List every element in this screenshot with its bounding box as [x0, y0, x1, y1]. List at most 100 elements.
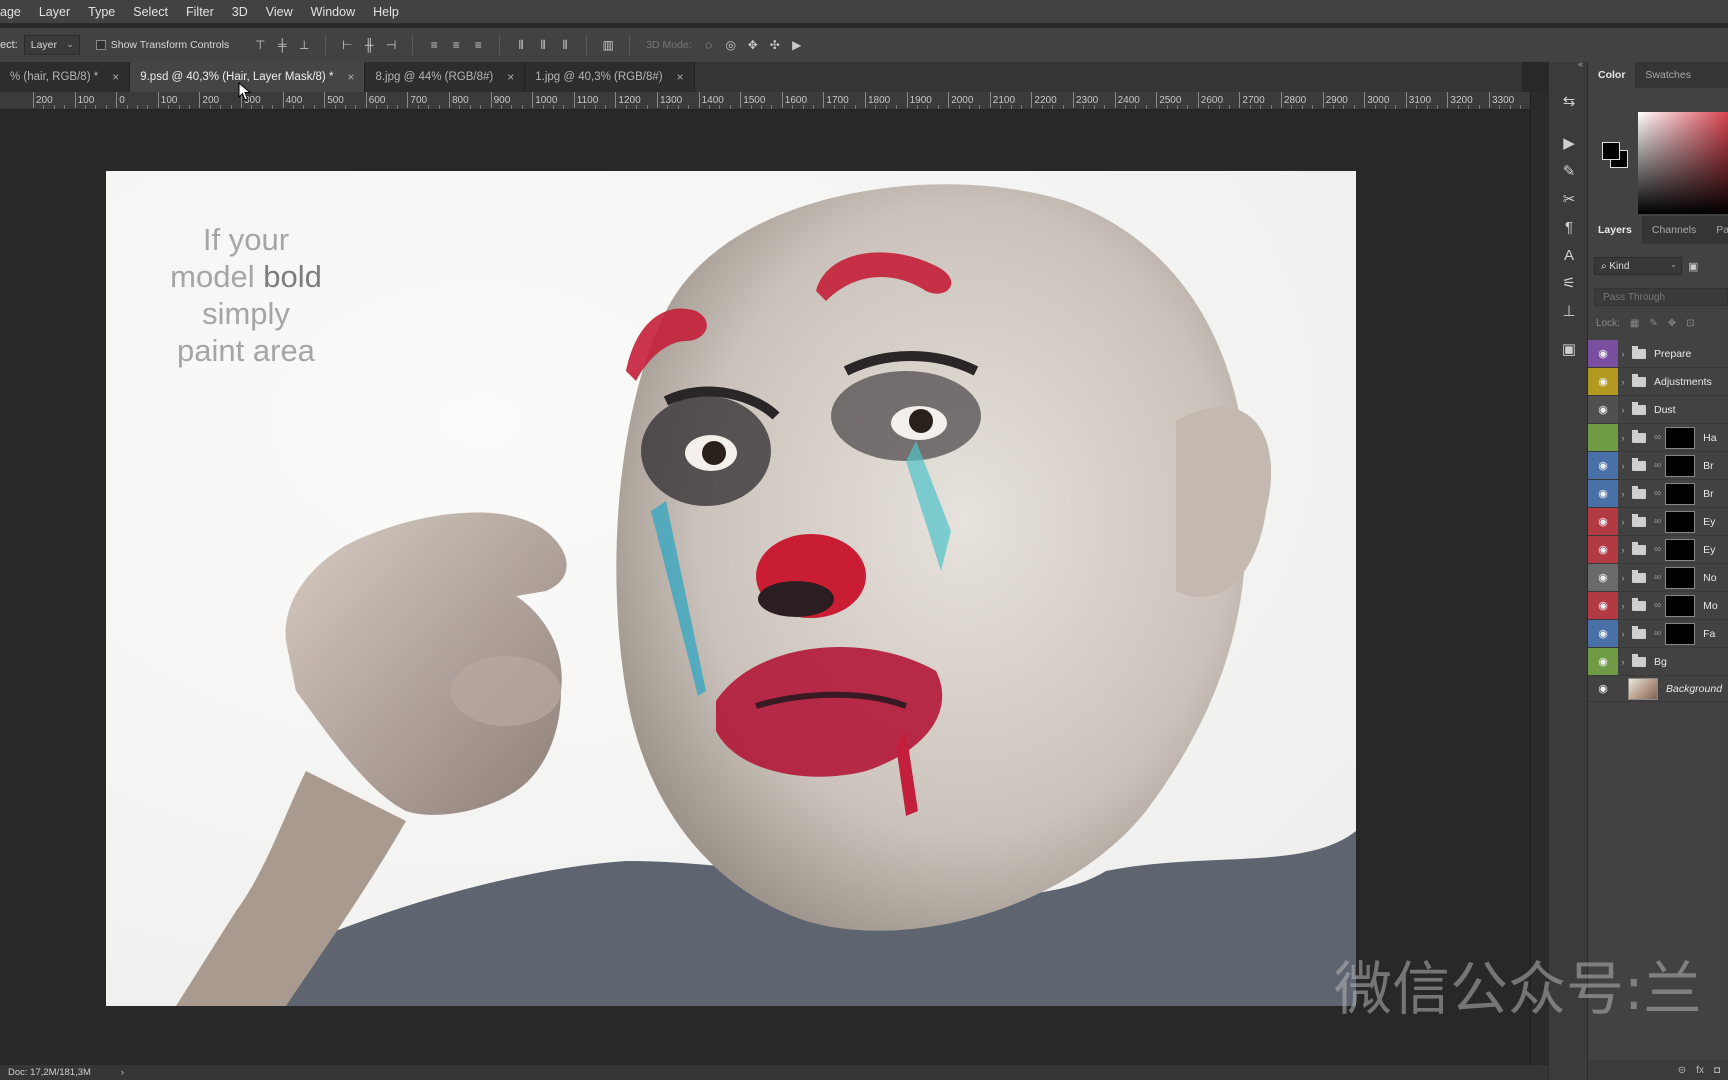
distribute-hcenter-icon[interactable]: ⫴: [532, 34, 554, 56]
menu-layer[interactable]: Layer: [30, 5, 79, 19]
layer-row[interactable]: ◉ › Dust: [1588, 396, 1728, 424]
eye-icon[interactable]: ◉: [1588, 368, 1618, 395]
layer-mask-thumbnail[interactable]: [1665, 538, 1696, 561]
tab-8-jpg[interactable]: 8.jpg @ 44% (RGB/8#) ×: [365, 62, 526, 92]
expand-chevron-icon[interactable]: ›: [1618, 461, 1628, 471]
3d-scale-icon[interactable]: ▶: [786, 34, 808, 56]
link-icon[interactable]: ∞: [1654, 628, 1661, 639]
lock-position-icon[interactable]: ✥: [1668, 318, 1676, 329]
menu-3d[interactable]: 3D: [223, 5, 257, 19]
layer-mask-thumbnail[interactable]: [1665, 622, 1696, 645]
align-left-icon[interactable]: ⊢: [336, 34, 358, 56]
lock-paint-icon[interactable]: ✎: [1649, 318, 1657, 329]
vertical-scrollbar[interactable]: [1530, 92, 1548, 1065]
align-right-icon[interactable]: ⊣: [380, 34, 402, 56]
eye-icon[interactable]: ◉: [1588, 592, 1618, 619]
filter-image-icon[interactable]: ▣: [1688, 260, 1698, 273]
layer-mask-thumbnail[interactable]: [1665, 454, 1696, 477]
distribute-left-icon[interactable]: ⫴: [510, 34, 532, 56]
eye-icon[interactable]: ◉: [1588, 340, 1618, 367]
expand-chevron-icon[interactable]: ›: [1618, 349, 1628, 359]
layer-row[interactable]: ◉ › ∞ Ey: [1588, 508, 1728, 536]
layer-row[interactable]: ◉ › Bg: [1588, 648, 1728, 676]
document-canvas[interactable]: If your model bold simply paint area: [106, 171, 1356, 1006]
layer-row[interactable]: ◉ › ∞ Fa: [1588, 620, 1728, 648]
tab-color[interactable]: Color: [1588, 62, 1636, 88]
layer-row[interactable]: ◉ › ∞ Br: [1588, 480, 1728, 508]
add-mask-icon[interactable]: ◘: [1714, 1065, 1720, 1076]
close-icon[interactable]: ×: [677, 70, 684, 84]
align-bottom-icon[interactable]: ⊥: [293, 34, 315, 56]
tab-channels[interactable]: Channels: [1642, 216, 1706, 244]
character-icon[interactable]: A: [1557, 244, 1581, 266]
status-menu-arrow[interactable]: ›: [121, 1067, 124, 1078]
eye-icon[interactable]: ◉: [1588, 480, 1618, 507]
tab-layers[interactable]: Layers: [1588, 216, 1642, 244]
expand-chevron-icon[interactable]: ›: [1618, 377, 1628, 387]
expand-chevron-icon[interactable]: ›: [1618, 405, 1628, 415]
menu-select[interactable]: Select: [124, 5, 177, 19]
link-icon[interactable]: ∞: [1654, 460, 1661, 471]
color-spectrum[interactable]: [1638, 112, 1728, 214]
expand-chevron-icon[interactable]: ›: [1618, 517, 1628, 527]
blend-mode-dropdown[interactable]: Pass Through: [1594, 288, 1728, 306]
expand-chevron-icon[interactable]: ›: [1618, 489, 1628, 499]
eye-icon[interactable]: ◉: [1588, 676, 1618, 701]
layer-row[interactable]: ◉ › Adjustments: [1588, 368, 1728, 396]
collapse-icon[interactable]: «: [1578, 59, 1583, 69]
3d-orbit-icon[interactable]: ◌: [698, 34, 720, 56]
eye-icon[interactable]: ◉: [1588, 508, 1618, 535]
layer-mask-thumbnail[interactable]: [1665, 594, 1696, 617]
adjustments-icon[interactable]: ⚟: [1557, 272, 1581, 294]
kind-filter-dropdown[interactable]: ⌕ Kind ⌄: [1594, 257, 1682, 275]
eye-icon[interactable]: ◉: [1588, 396, 1618, 423]
menu-filter[interactable]: Filter: [177, 5, 223, 19]
actions-play-icon[interactable]: ▶: [1557, 132, 1581, 154]
layer-row[interactable]: ◉ Background: [1588, 676, 1728, 702]
foreground-color-swatch[interactable]: [1602, 142, 1620, 160]
expand-chevron-icon[interactable]: ›: [1618, 545, 1628, 555]
expand-chevron-icon[interactable]: ›: [1618, 573, 1628, 583]
properties-icon[interactable]: ▣: [1557, 338, 1581, 360]
layer-row[interactable]: ◉ › ∞ Ey: [1588, 536, 1728, 564]
lock-artboard-icon[interactable]: ⊡: [1686, 318, 1694, 329]
layer-row[interactable]: ◉ › ∞ Mo: [1588, 592, 1728, 620]
layer-mask-thumbnail[interactable]: [1665, 426, 1696, 449]
layer-mask-thumbnail[interactable]: [1665, 510, 1696, 533]
expand-chevron-icon[interactable]: ›: [1618, 629, 1628, 639]
3d-pan-icon[interactable]: ✥: [742, 34, 764, 56]
link-icon[interactable]: ∞: [1654, 432, 1661, 443]
stamp-icon[interactable]: ⊥: [1557, 300, 1581, 322]
expand-chevron-icon[interactable]: ›: [1618, 433, 1628, 443]
layer-thumbnail[interactable]: [1628, 677, 1658, 700]
tab-paths[interactable]: Pat: [1706, 216, 1728, 244]
horizontal-ruler[interactable]: 200 100 0 100 200 300 400 500 600 700 800 900 1000 11…: [0, 92, 1530, 110]
brush-presets-icon[interactable]: ✎: [1557, 160, 1581, 182]
eye-icon[interactable]: ◉: [1588, 564, 1618, 591]
align-top-icon[interactable]: ⊤: [249, 34, 271, 56]
layer-row[interactable]: ◉ › Prepare: [1588, 340, 1728, 368]
align-hcenter-icon[interactable]: ╫: [358, 34, 380, 56]
distribute-right-icon[interactable]: ⫴: [554, 34, 576, 56]
distribute-top-icon[interactable]: ≡: [423, 34, 445, 56]
link-icon[interactable]: ∞: [1654, 544, 1661, 555]
eye-icon[interactable]: ◉: [1588, 452, 1618, 479]
close-icon[interactable]: ×: [347, 70, 354, 84]
close-icon[interactable]: ×: [112, 70, 119, 84]
link-icon[interactable]: ∞: [1654, 600, 1661, 611]
lock-transparency-icon[interactable]: ▦: [1630, 318, 1639, 329]
tab-1-jpg[interactable]: 1.jpg @ 40,3% (RGB/8#) ×: [525, 62, 695, 92]
layer-row[interactable]: ◉ › ∞ Br: [1588, 452, 1728, 480]
menu-view[interactable]: View: [257, 5, 302, 19]
layer-row[interactable]: ◉ › ∞ No: [1588, 564, 1728, 592]
eye-icon[interactable]: ◉: [1588, 648, 1618, 675]
layer-row[interactable]: › ∞ Ha: [1588, 424, 1728, 452]
history-icon[interactable]: ⇆: [1557, 90, 1581, 112]
link-icon[interactable]: ∞: [1654, 516, 1661, 527]
tab-swatches[interactable]: Swatches: [1635, 62, 1701, 88]
3d-slide-icon[interactable]: ✣: [764, 34, 786, 56]
3d-roll-icon[interactable]: ◎: [720, 34, 742, 56]
paragraph-icon[interactable]: ¶: [1557, 216, 1581, 238]
layer-mask-thumbnail[interactable]: [1665, 566, 1696, 589]
align-vcenter-icon[interactable]: ╪: [271, 34, 293, 56]
